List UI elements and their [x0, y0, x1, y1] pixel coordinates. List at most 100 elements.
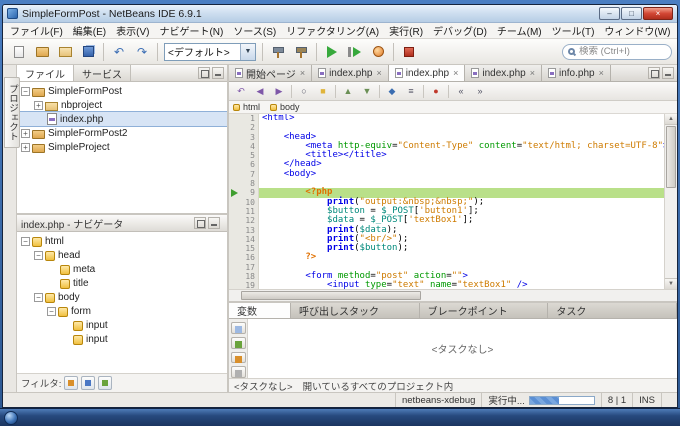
- expander-icon[interactable]: −: [47, 306, 56, 316]
- tab-services[interactable]: サービス: [74, 65, 131, 81]
- line-number[interactable]: 14: [242, 234, 259, 245]
- expander-icon[interactable]: +: [21, 128, 30, 138]
- menu-item[interactable]: デバッグ(D): [428, 23, 492, 38]
- footer-scope-label[interactable]: 開いているすべてのプロジェクト内: [303, 379, 454, 393]
- tab-breakpoints[interactable]: ブレークポイント: [419, 303, 549, 318]
- tab-call-stack[interactable]: 呼び出しスタック: [291, 303, 420, 318]
- search-box[interactable]: [562, 43, 672, 60]
- projects-vertical-tab[interactable]: プロジェクト: [4, 77, 20, 148]
- stop-button[interactable]: [398, 41, 420, 63]
- line-number[interactable]: 19: [242, 281, 259, 289]
- line-number[interactable]: 17: [242, 262, 259, 273]
- line-number[interactable]: 15: [242, 244, 259, 254]
- menu-item[interactable]: 表示(V): [111, 23, 154, 38]
- tab-index-php-2[interactable]: index.php ×: [388, 65, 466, 81]
- nav-item-title[interactable]: title: [17, 276, 227, 290]
- panel-minimize-icon[interactable]: [212, 67, 224, 79]
- panel-float-icon[interactable]: [198, 67, 210, 79]
- line-number[interactable]: 2: [242, 123, 259, 133]
- nav-item-meta[interactable]: meta: [17, 262, 227, 276]
- macro-record-button[interactable]: ●: [427, 83, 445, 99]
- filter-toggle-1-icon[interactable]: [64, 376, 79, 390]
- last-edit-button[interactable]: ↶: [232, 83, 250, 99]
- nav-item-body[interactable]: − body: [17, 290, 227, 304]
- nav-item-head[interactable]: − head: [17, 248, 227, 262]
- horizontal-scroll-thumb[interactable]: [241, 291, 421, 300]
- tab-tasks[interactable]: タスク: [548, 303, 678, 318]
- menu-item[interactable]: 実行(R): [384, 23, 428, 38]
- line-number[interactable]: 13: [242, 225, 259, 235]
- panel-minimize-icon[interactable]: [208, 217, 220, 229]
- tab-list-icon[interactable]: [648, 67, 660, 79]
- start-button[interactable]: [4, 411, 18, 425]
- menu-item[interactable]: 編集(E): [68, 23, 111, 38]
- breadcrumb-item[interactable]: body: [270, 102, 300, 112]
- debug-button[interactable]: [344, 41, 366, 63]
- nav-item-html[interactable]: − html: [17, 234, 227, 248]
- undo-button[interactable]: ↶: [108, 41, 130, 63]
- run-button[interactable]: [321, 41, 343, 63]
- line-number[interactable]: 1: [242, 114, 259, 124]
- shift-right-button[interactable]: »: [471, 83, 489, 99]
- breadcrumb-item[interactable]: html: [233, 102, 260, 112]
- taskbar[interactable]: [0, 408, 680, 426]
- line-number[interactable]: 7: [242, 169, 259, 180]
- expander-icon[interactable]: −: [21, 86, 30, 96]
- vertical-scroll-thumb[interactable]: [666, 126, 676, 188]
- close-icon[interactable]: ×: [453, 68, 458, 78]
- find-selection-button[interactable]: ○: [295, 83, 313, 99]
- maximize-editor-icon[interactable]: [662, 67, 674, 79]
- close-icon[interactable]: ×: [530, 68, 535, 78]
- scroll-down-icon[interactable]: ▼: [665, 278, 677, 289]
- vertical-scrollbar[interactable]: ▲ ▼: [664, 114, 677, 289]
- clean-build-button[interactable]: [290, 41, 312, 63]
- build-button[interactable]: [267, 41, 289, 63]
- tab-index-php-1[interactable]: index.php ×: [312, 65, 389, 81]
- line-number[interactable]: 18: [242, 272, 259, 282]
- open-project-button[interactable]: [54, 41, 76, 63]
- line-number[interactable]: 6: [242, 160, 259, 170]
- tab-info-php[interactable]: info.php ×: [542, 65, 611, 81]
- expander-icon[interactable]: −: [34, 250, 43, 260]
- menu-item[interactable]: ツール(T): [547, 23, 600, 38]
- new-file-button[interactable]: [8, 41, 30, 63]
- close-icon[interactable]: ×: [599, 68, 604, 78]
- task-filter-icon[interactable]: [230, 351, 246, 364]
- maximize-button[interactable]: □: [621, 7, 642, 20]
- menu-item[interactable]: ヘルプ(H): [676, 23, 680, 38]
- comment-button[interactable]: ≡: [402, 83, 420, 99]
- line-number[interactable]: 12: [242, 216, 259, 226]
- forward-button[interactable]: ▶: [270, 83, 288, 99]
- task-new-icon[interactable]: [230, 322, 246, 334]
- task-refresh-icon[interactable]: [230, 336, 246, 349]
- titlebar[interactable]: SimpleFormPost - NetBeans IDE 6.9.1 – □ …: [3, 5, 677, 23]
- close-icon[interactable]: ×: [300, 68, 305, 78]
- minimize-button[interactable]: –: [599, 7, 620, 20]
- expander-icon[interactable]: +: [34, 100, 43, 110]
- line-number[interactable]: 5: [242, 151, 259, 161]
- expander-icon[interactable]: −: [21, 236, 30, 246]
- menu-item[interactable]: ウィンドウ(W): [599, 23, 675, 38]
- task-settings-icon[interactable]: [230, 366, 246, 378]
- profile-button[interactable]: [367, 41, 389, 63]
- prev-occurrence-button[interactable]: ▲: [339, 83, 357, 99]
- scroll-up-icon[interactable]: ▲: [665, 114, 677, 125]
- redo-button[interactable]: ↷: [131, 41, 153, 63]
- nav-item-input-2[interactable]: input: [17, 332, 227, 346]
- tree-item-simpleproject[interactable]: + SimpleProject: [17, 140, 227, 154]
- tree-item-index-php[interactable]: index.php: [17, 111, 227, 127]
- filter-toggle-3-icon[interactable]: [98, 376, 113, 390]
- tab-variables[interactable]: 変数: [229, 303, 291, 318]
- tree-item-simpleformpost[interactable]: − SimpleFormPost: [17, 84, 227, 98]
- menu-item[interactable]: ソース(S): [228, 23, 281, 38]
- expander-icon[interactable]: −: [34, 292, 43, 302]
- horizontal-scrollbar[interactable]: [229, 289, 677, 301]
- close-button[interactable]: ×: [643, 7, 673, 20]
- expander-icon[interactable]: +: [21, 142, 30, 152]
- line-number[interactable]: 16: [242, 253, 259, 263]
- menu-item[interactable]: リファクタリング(A): [281, 23, 384, 38]
- next-occurrence-button[interactable]: ▼: [358, 83, 376, 99]
- panel-float-icon[interactable]: [194, 217, 206, 229]
- back-button[interactable]: ◀: [251, 83, 269, 99]
- menu-item[interactable]: チーム(M): [492, 23, 547, 38]
